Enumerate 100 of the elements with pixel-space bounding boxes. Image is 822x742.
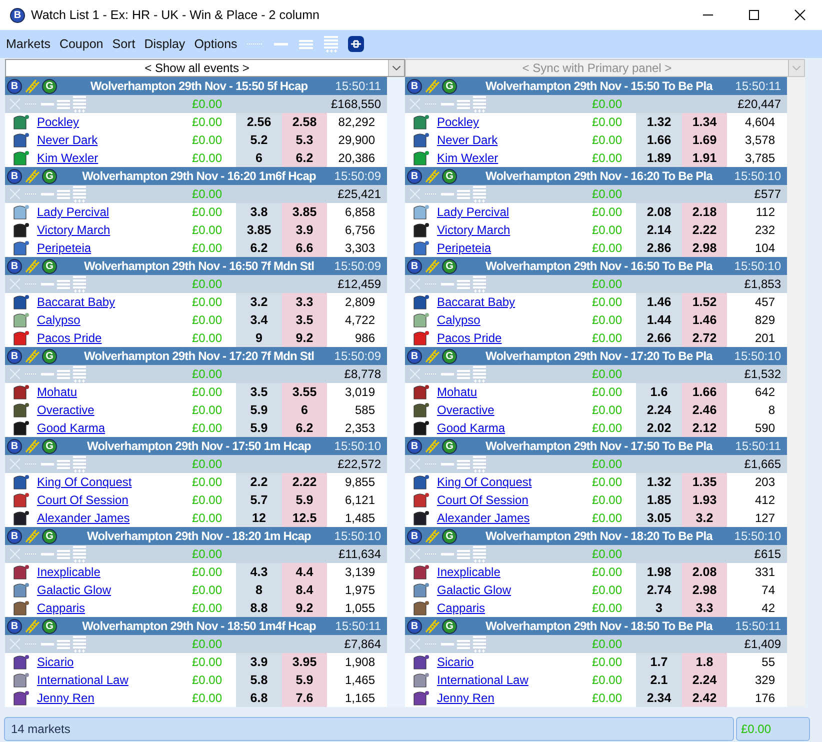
triple-line-icon[interactable] — [457, 98, 470, 110]
back-price-cell[interactable]: 4.3 — [236, 563, 282, 581]
ladder-icon[interactable] — [424, 78, 440, 94]
triple-line-icon[interactable] — [298, 38, 314, 50]
lay-price-cell[interactable]: 1.8 — [682, 653, 727, 671]
lay-price-cell[interactable]: 9.2 — [282, 329, 327, 347]
lay-price-cell[interactable]: 8.4 — [282, 581, 327, 599]
triple-line-icon[interactable] — [457, 458, 470, 470]
lay-price-cell[interactable]: 3.2 — [682, 509, 727, 527]
back-price-cell[interactable]: 8.8 — [236, 599, 282, 617]
menu-item[interactable]: Sort — [112, 34, 136, 54]
lines-plus-icon[interactable] — [473, 276, 486, 292]
runner-link[interactable]: Good Karma — [35, 419, 182, 437]
runner-link[interactable]: International Law — [435, 671, 582, 689]
back-price-cell[interactable]: 1.66 — [636, 131, 682, 149]
triple-line-icon[interactable] — [457, 188, 470, 200]
runner-link[interactable]: Baccarat Baby — [35, 293, 182, 311]
back-price-cell[interactable]: 2.02 — [636, 419, 682, 437]
runner-link[interactable]: Mohatu — [435, 383, 582, 401]
lay-price-cell[interactable]: 2.18 — [682, 203, 727, 221]
back-price-cell[interactable]: 3.2 — [236, 293, 282, 311]
runner-link[interactable]: Court Of Session — [435, 491, 582, 509]
lines-plus-icon[interactable] — [473, 186, 486, 202]
runner-link[interactable]: Pockley — [35, 113, 182, 131]
runner-link[interactable]: Mohatu — [35, 383, 182, 401]
runner-link[interactable]: King Of Conquest — [435, 473, 582, 491]
lay-price-cell[interactable]: 1.66 — [682, 383, 727, 401]
ladder-icon[interactable] — [24, 168, 40, 184]
back-price-cell[interactable]: 6.2 — [236, 239, 282, 257]
lay-price-cell[interactable]: 2.12 — [682, 419, 727, 437]
lines-plus-icon[interactable] — [473, 456, 486, 472]
lines-plus-icon[interactable] — [73, 276, 86, 292]
runner-link[interactable]: Never Dark — [35, 131, 182, 149]
back-price-cell[interactable]: 1.44 — [636, 311, 682, 329]
lay-price-cell[interactable]: 1.52 — [682, 293, 727, 311]
lines-plus-icon[interactable] — [323, 35, 340, 53]
lay-price-cell[interactable]: 5.9 — [282, 491, 327, 509]
runner-link[interactable]: Capparis — [35, 599, 182, 617]
lay-price-cell[interactable]: 2.58 — [282, 113, 327, 131]
back-price-cell[interactable]: 2.34 — [636, 689, 682, 707]
lay-price-cell[interactable]: 2.98 — [682, 239, 727, 257]
back-price-cell[interactable]: 3 — [636, 599, 682, 617]
triple-line-icon[interactable] — [57, 638, 70, 650]
back-price-cell[interactable]: 1.46 — [636, 293, 682, 311]
lay-price-cell[interactable]: 2.42 — [682, 689, 727, 707]
lines-plus-icon[interactable] — [73, 366, 86, 382]
runner-link[interactable]: Sicario — [35, 653, 182, 671]
ladder-icon[interactable] — [424, 438, 440, 454]
runner-link[interactable]: Lady Percival — [35, 203, 182, 221]
lay-price-cell[interactable]: 2.46 — [682, 401, 727, 419]
lay-price-cell[interactable]: 7.6 — [282, 689, 327, 707]
runner-link[interactable]: Alexander James — [435, 509, 582, 527]
back-price-cell[interactable]: 1.32 — [636, 113, 682, 131]
lay-price-cell[interactable]: 2.72 — [682, 329, 727, 347]
runner-link[interactable]: Good Karma — [435, 419, 582, 437]
runner-link[interactable]: King Of Conquest — [35, 473, 182, 491]
triple-line-icon[interactable] — [457, 278, 470, 290]
runner-link[interactable]: Pacos Pride — [435, 329, 582, 347]
lay-price-cell[interactable]: 1.46 — [682, 311, 727, 329]
lay-price-cell[interactable]: 3.3 — [682, 599, 727, 617]
runner-link[interactable]: Calypso — [35, 311, 182, 329]
lay-price-cell[interactable]: 6.6 — [282, 239, 327, 257]
back-price-cell[interactable]: 1.7 — [636, 653, 682, 671]
lay-price-cell[interactable]: 1.35 — [682, 473, 727, 491]
ladder-icon[interactable] — [24, 78, 40, 94]
lines-plus-icon[interactable] — [473, 546, 486, 562]
back-price-cell[interactable]: 2.08 — [636, 203, 682, 221]
back-price-cell[interactable]: 5.8 — [236, 671, 282, 689]
back-price-cell[interactable]: 1.85 — [636, 491, 682, 509]
runner-link[interactable]: Capparis — [435, 599, 582, 617]
runner-link[interactable]: Inexplicable — [35, 563, 182, 581]
pin-button-icon[interactable] — [348, 36, 364, 52]
lines-plus-icon[interactable] — [73, 96, 86, 112]
back-price-cell[interactable]: 5.2 — [236, 131, 282, 149]
lay-price-cell[interactable]: 2.24 — [682, 671, 727, 689]
runner-link[interactable]: Jenny Ren — [35, 689, 182, 707]
lay-price-cell[interactable]: 9.2 — [282, 599, 327, 617]
lay-price-cell[interactable]: 2.08 — [682, 563, 727, 581]
back-price-cell[interactable]: 9 — [236, 329, 282, 347]
triple-line-icon[interactable] — [457, 548, 470, 560]
menu-item[interactable]: Options — [194, 34, 238, 54]
back-price-cell[interactable]: 5.9 — [236, 401, 282, 419]
lay-price-cell[interactable]: 3.9 — [282, 221, 327, 239]
runner-link[interactable]: Pockley — [435, 113, 582, 131]
lay-price-cell[interactable]: 2.98 — [682, 581, 727, 599]
back-price-cell[interactable]: 6.8 — [236, 689, 282, 707]
back-price-cell[interactable]: 2.74 — [636, 581, 682, 599]
triple-line-icon[interactable] — [457, 638, 470, 650]
ladder-icon[interactable] — [24, 528, 40, 544]
runner-link[interactable]: Inexplicable — [435, 563, 582, 581]
menu-item[interactable]: Coupon — [59, 34, 104, 54]
lines-plus-icon[interactable] — [473, 96, 486, 112]
lay-price-cell[interactable]: 6.2 — [282, 149, 327, 167]
lines-plus-icon[interactable] — [473, 636, 486, 652]
runner-link[interactable]: Kim Wexler — [35, 149, 182, 167]
event-selector[interactable]: < Show all events > — [5, 59, 405, 77]
lay-price-cell[interactable]: 3.85 — [282, 203, 327, 221]
runner-link[interactable]: Baccarat Baby — [435, 293, 582, 311]
back-price-cell[interactable]: 2.14 — [636, 221, 682, 239]
lay-price-cell[interactable]: 3.3 — [282, 293, 327, 311]
